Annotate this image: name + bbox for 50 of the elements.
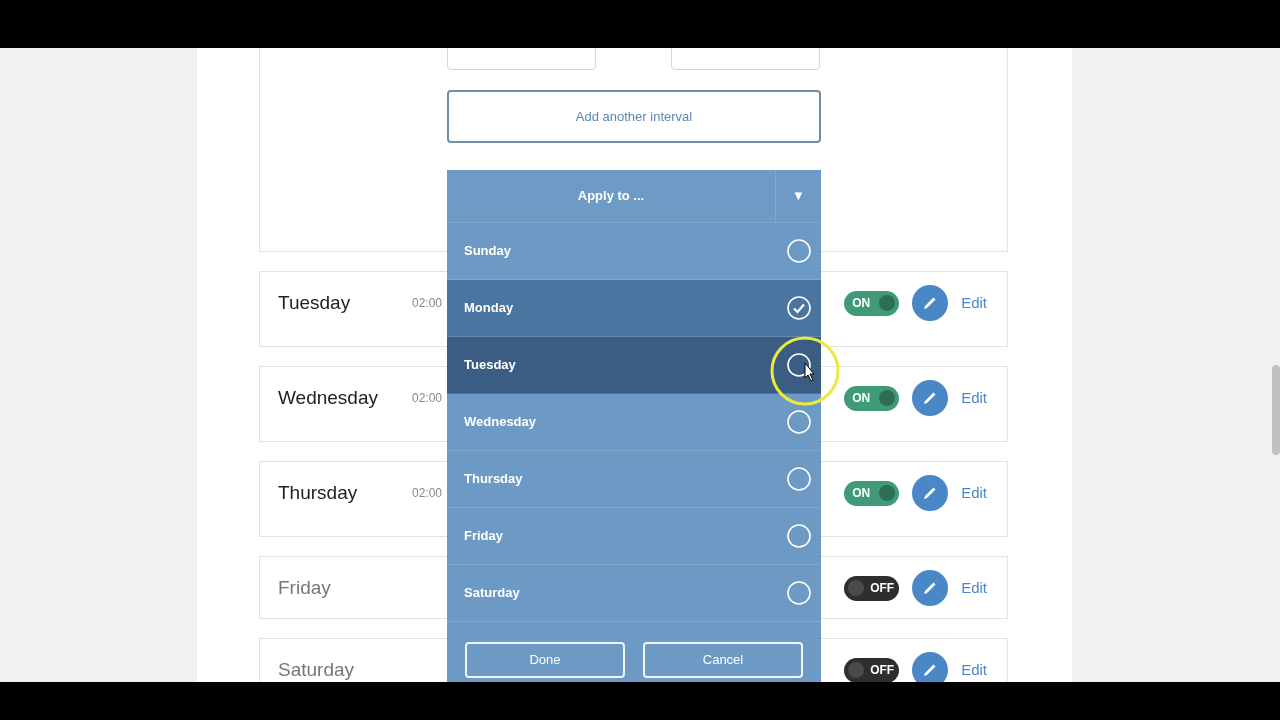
edit-link[interactable]: Edit: [961, 658, 987, 682]
radio-icon[interactable]: [787, 581, 811, 605]
checked-radio-icon[interactable]: [787, 296, 811, 320]
menu-header[interactable]: Apply to ... ▼: [447, 170, 821, 223]
radio-icon[interactable]: [787, 410, 811, 434]
toggle-switch[interactable]: OFF: [844, 575, 900, 601]
menu-option[interactable]: Monday: [447, 280, 821, 337]
option-label: Sunday: [464, 242, 512, 261]
edit-link[interactable]: Edit: [961, 481, 987, 505]
menu-button[interactable]: Done: [465, 642, 625, 678]
edit-link[interactable]: Edit: [961, 291, 987, 315]
radio-icon[interactable]: [787, 353, 811, 377]
day-name: Thursday: [278, 480, 359, 505]
edit-link[interactable]: Edit: [961, 576, 987, 600]
radio-icon[interactable]: [787, 524, 811, 548]
time-text: 02:00: [412, 295, 443, 312]
menu-title: Apply to ...: [576, 187, 646, 206]
edit-pencil-button[interactable]: [912, 570, 949, 606]
edit-link[interactable]: Edit: [961, 386, 987, 410]
menu-button[interactable]: Cancel: [643, 642, 803, 678]
option-label: Friday: [464, 527, 504, 546]
toggle-switch[interactable]: ON: [844, 385, 900, 411]
day-name: Tuesday: [278, 290, 352, 315]
edit-pencil-button[interactable]: [912, 285, 949, 321]
toggle-switch[interactable]: ON: [844, 480, 900, 506]
radio-icon[interactable]: [787, 467, 811, 491]
option-label: Thursday: [464, 470, 524, 489]
day-name: Friday: [278, 575, 332, 600]
radio-icon[interactable]: [787, 239, 811, 263]
pencil-icon: [922, 580, 939, 596]
add-interval-button[interactable]: Add another interval: [447, 90, 821, 143]
time-text: 02:00: [412, 485, 443, 502]
toggle-switch[interactable]: OFF: [844, 657, 900, 682]
edit-pencil-button[interactable]: [912, 380, 949, 416]
toggle-switch[interactable]: ON: [844, 290, 900, 316]
day-name: Wednesday: [278, 385, 379, 410]
pencil-icon: [922, 485, 939, 501]
option-label: Saturday: [464, 584, 521, 603]
time-text: 02:00: [412, 390, 443, 407]
day-name: Saturday: [278, 657, 356, 682]
pencil-icon: [922, 295, 939, 311]
pencil-icon: [922, 662, 939, 678]
edit-pencil-button[interactable]: [912, 652, 949, 682]
option-label: Wednesday: [464, 413, 537, 432]
scrollbar[interactable]: [1272, 365, 1280, 455]
option-label: Tuesday: [464, 356, 517, 375]
menu-option[interactable]: Tuesday: [447, 337, 821, 394]
pencil-icon: [922, 390, 939, 406]
edit-pencil-button[interactable]: [912, 475, 949, 511]
option-label: Monday: [464, 299, 515, 318]
